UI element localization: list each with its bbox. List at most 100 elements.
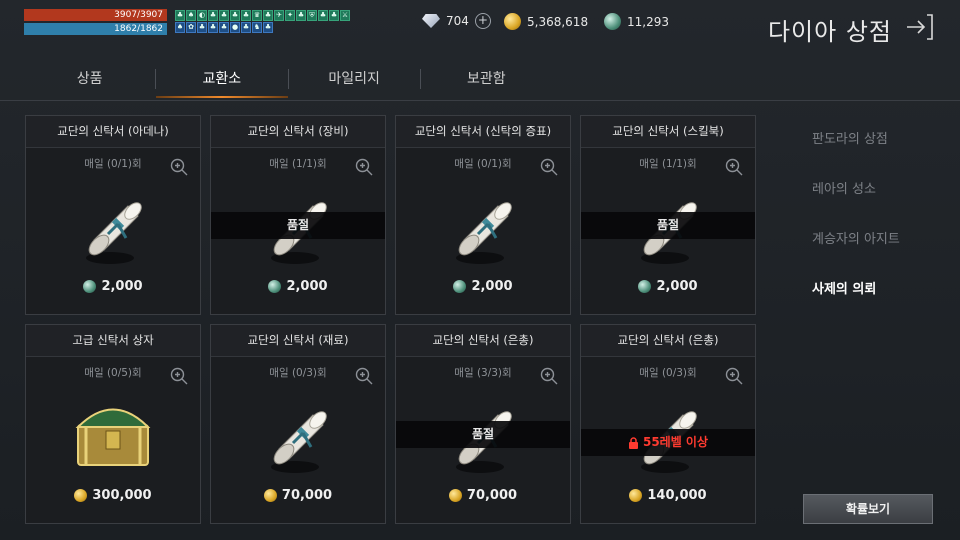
sold-out-band: 품절 [581,212,755,239]
diamond-amount: 704 [446,14,469,28]
view-probability-button[interactable]: 확률보기 [803,494,933,524]
item-grid: 교단의 신탁서 (아데나) 매일 (0/1)회 2,000 교단의 신탁서 (장비)… [25,115,756,524]
shop-item-card[interactable]: 교단의 신탁서 (스킬북) 매일 (1/1)회 품절 2,000 [580,115,756,315]
buff-icon: ♠ [186,10,196,21]
gold-coin-icon [448,489,462,502]
gold-amount: 5,368,618 [527,14,589,29]
buff-icon: ● [230,22,240,33]
zoom-icon[interactable] [540,367,558,385]
shop-item-card[interactable]: 교단의 신탁서 (장비) 매일 (1/1)회 품절 2,000 [210,115,386,315]
gold-coin-icon [263,489,277,502]
zoom-icon[interactable] [355,367,373,385]
gold-coin-icon [504,13,521,30]
buff-icon: ♣ [318,10,328,21]
silver-coin-icon [453,280,467,293]
item-price: 2,000 [396,279,570,294]
buff-icon: ♣ [208,10,218,21]
shop-item-card[interactable]: 고급 신탁서 상자 매일 (0/5)회 300,000 [25,324,201,524]
buff-icon: ♞ [252,22,262,33]
buff-row: ♠ ✿ ♣ ♣ ♣ ● ♣ ♞ ♣ [175,22,355,33]
side-item-priest-request[interactable]: 사제의 의뢰 [812,278,942,328]
silver-amount: 11,293 [627,14,669,29]
buff-icon: ⛨ [307,10,317,21]
price-value: 70,000 [466,488,518,503]
zoom-icon[interactable] [355,158,373,176]
exit-icon[interactable] [903,12,935,42]
buff-icon: ♛ [252,10,262,21]
tab-storage[interactable]: 보관함 [421,64,552,100]
status-bars: 3907/3907 1862/1862 [24,9,167,37]
side-item-successor-hideout[interactable]: 계승자의 아지트 [812,228,942,278]
tab-products[interactable]: 상품 [24,64,155,100]
price-value: 140,000 [647,488,707,503]
item-price: 2,000 [26,279,200,294]
buff-icon: ♣ [219,10,229,21]
buff-row: ♣ ♠ ◐ ♣ ♣ ♣ ♣ ♛ ♣ ✈ ✦ ♣ ⛨ ♣ ♣ ⚔ [175,10,355,21]
buff-icon: ♣ [208,22,218,33]
price-value: 70,000 [281,488,333,503]
level-requirement: 55레벨 이상 [642,435,709,449]
sold-out-band: 품절 [211,212,385,239]
side-item-rhea-sanctuary[interactable]: 레아의 성소 [812,178,942,228]
price-value: 300,000 [92,488,152,503]
zoom-icon[interactable] [170,158,188,176]
shop-item-card[interactable]: 교단의 신탁서 (은총) 매일 (0/3)회 55레벨 이상 140,000 [580,324,756,524]
price-value: 2,000 [471,279,513,294]
item-title: 교단의 신탁서 (스킬북) [581,116,755,148]
gold-balance: 5,368,618 [504,13,588,30]
silver-coin-icon [604,13,621,30]
diamond-icon [422,14,440,28]
zoom-icon[interactable] [725,158,743,176]
item-price: 70,000 [396,488,570,503]
buff-icon: ♣ [263,22,273,33]
price-value: 2,000 [286,279,328,294]
level-lock-band: 55레벨 이상 [581,429,755,456]
shop-item-card[interactable]: 교단의 신탁서 (재료) 매일 (0/3)회 70,000 [210,324,386,524]
zoom-icon[interactable] [170,367,188,385]
buff-icon: ♣ [197,22,207,33]
item-title: 고급 신탁서 상자 [26,325,200,357]
silver-balance: 11,293 [604,13,669,30]
scroll-icon [68,178,158,268]
buff-icon: ♣ [230,10,240,21]
item-title: 교단의 신탁서 (은총) [581,325,755,357]
buff-icon: ✿ [186,22,196,33]
item-title: 교단의 신탁서 (재료) [211,325,385,357]
item-title: 교단의 신탁서 (아데나) [26,116,200,148]
treasure-chest-icon [68,387,158,477]
price-value: 2,000 [656,279,698,294]
tab-exchange[interactable]: 교환소 [156,64,288,100]
buff-icon: ◐ [197,10,207,21]
side-item-pandora-shop[interactable]: 판도라의 상점 [812,128,942,178]
buff-icon: ✈ [274,10,284,21]
item-price: 2,000 [581,279,755,294]
buff-icon: ♣ [263,10,273,21]
buff-icon: ♣ [241,22,251,33]
silver-coin-icon [268,280,282,293]
item-price: 140,000 [581,488,755,503]
buff-icon: ♣ [329,10,339,21]
shop-item-card[interactable]: 교단의 신탁서 (아데나) 매일 (0/1)회 2,000 [25,115,201,315]
buff-icon: ♣ [219,22,229,33]
silver-coin-icon [638,280,652,293]
zoom-icon[interactable] [540,158,558,176]
add-diamond-button[interactable]: + [474,13,491,29]
buff-icon: ♣ [296,10,306,21]
scroll-icon [438,178,528,268]
tab-mileage[interactable]: 마일리지 [289,64,420,100]
silver-coin-icon [83,280,97,293]
shop-item-card[interactable]: 교단의 신탁서 (은총) 매일 (3/3)회 품절 70,000 [395,324,571,524]
buff-icon: ♣ [241,10,251,21]
lock-icon [628,436,638,449]
price-value: 2,000 [101,279,143,294]
zoom-icon[interactable] [725,367,743,385]
mp-bar: 1862/1862 [24,23,167,35]
buff-icon: ♣ [175,10,185,21]
buff-icon: ♠ [175,22,185,33]
sold-out-band: 품절 [396,421,570,448]
header-divider [0,100,960,101]
tab-bar: 상품 교환소 마일리지 보관함 [24,64,552,100]
buff-icon: ⚔ [340,10,350,21]
shop-item-card[interactable]: 교단의 신탁서 (신탁의 증표) 매일 (0/1)회 2,000 [395,115,571,315]
gold-coin-icon [74,489,88,502]
